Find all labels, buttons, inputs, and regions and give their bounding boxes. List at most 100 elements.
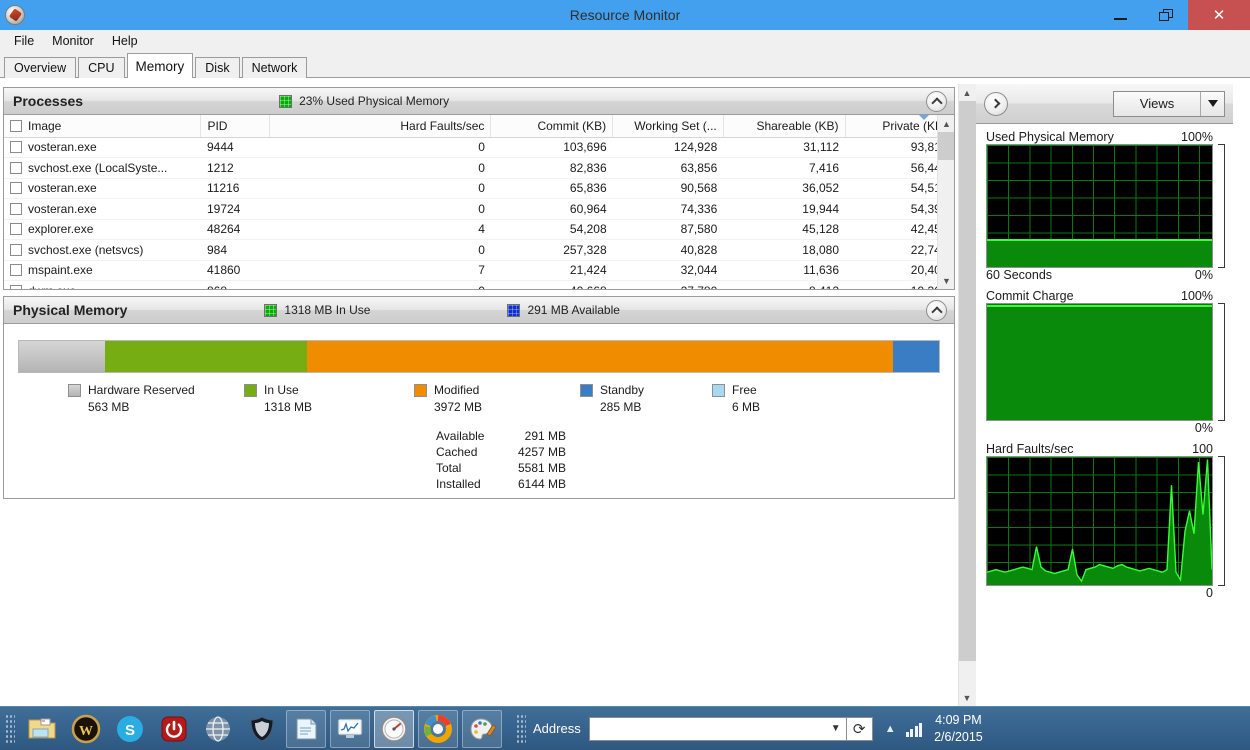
signal-bars-icon[interactable] (905, 721, 923, 737)
memory-available-status: 291 MB Available (507, 303, 620, 317)
tab-overview[interactable]: Overview (4, 57, 77, 78)
task-manager-icon[interactable] (330, 709, 370, 748)
hard-faults-waveform (987, 457, 1212, 585)
row-checkbox[interactable] (10, 202, 22, 215)
table-row[interactable]: vosteran.exe 9444 0 103,696 124,928 31,112 93,… (4, 137, 954, 158)
graph-area-fill (987, 305, 1212, 420)
drag-grip-icon[interactable] (516, 713, 526, 744)
row-checkbox[interactable] (10, 284, 22, 289)
legend-item-in-use: In Use 1318 MB (244, 383, 414, 414)
tab-network[interactable]: Network (241, 57, 308, 78)
row-checkbox[interactable] (10, 243, 22, 256)
physical-memory-collapse-button[interactable] (926, 300, 947, 321)
menu-item-file[interactable]: File (6, 32, 42, 50)
tray-expand-chevron-up-icon[interactable]: ▲ (885, 723, 896, 735)
cell-working-set: 90,568 (612, 178, 724, 199)
cell-pid: 9444 (200, 137, 270, 158)
table-row[interactable]: svchost.exe (netsvcs) 984 0 257,328 40,828 18… (4, 239, 954, 261)
internet-globe-icon[interactable] (198, 710, 238, 748)
physical-memory-header[interactable]: Physical Memory 1318 MB In Use 291 MB Av… (4, 297, 954, 324)
table-row[interactable]: svchost.exe (LocalSyste... 1212 0 82,836 63,… (4, 157, 954, 179)
drag-grip-icon[interactable] (5, 713, 15, 744)
row-checkbox[interactable] (10, 141, 22, 154)
cell-image: vosteran.exe (4, 198, 201, 220)
memory-stats: Available 291 MB Cached 4257 MB Total 55… (436, 428, 940, 492)
paint-icon[interactable] (462, 709, 502, 748)
column-header-commit[interactable]: Commit (KB) (490, 115, 614, 138)
scroll-up-button[interactable]: ▲ (958, 84, 976, 101)
file-explorer-icon[interactable] (22, 710, 62, 748)
cell-shareable: 8,412 (723, 280, 845, 289)
restore-button[interactable] (1143, 0, 1188, 30)
chevron-down-icon (1207, 100, 1218, 107)
main-scrollbar[interactable]: ▲ ▼ (958, 84, 976, 706)
minimize-button[interactable] (1098, 0, 1143, 30)
column-header-working-set[interactable]: Working Set (... (612, 115, 724, 138)
memory-in-use-status: 1318 MB In Use (264, 303, 370, 317)
cell-hard-faults: 0 (269, 239, 491, 261)
row-checkbox[interactable] (10, 182, 22, 195)
cell-image: dwm.exe (4, 280, 201, 289)
processes-header[interactable]: Processes 23% Used Physical Memory (4, 88, 954, 115)
row-checkbox[interactable] (10, 161, 22, 174)
world-of-warcraft-icon[interactable]: W (66, 710, 106, 748)
mini-graph-green-icon (264, 303, 278, 317)
scroll-thumb[interactable] (958, 101, 976, 661)
address-bar-label: Address (533, 721, 581, 736)
resource-monitor-icon[interactable] (374, 709, 414, 748)
graph-axis-bracket (1218, 303, 1225, 421)
physical-memory-title: Physical Memory (13, 302, 128, 318)
title-bar[interactable]: Resource Monitor ✕ (0, 0, 1250, 30)
cell-shareable: 19,944 (723, 198, 845, 220)
refresh-icon[interactable]: ⟳ (846, 716, 873, 741)
scroll-up-button[interactable]: ▲ (938, 115, 954, 132)
tab-memory[interactable]: Memory (126, 53, 194, 78)
menu-item-help[interactable]: Help (104, 32, 146, 50)
address-input[interactable] (589, 717, 826, 740)
firefox-ring-icon[interactable] (418, 709, 458, 748)
cell-commit: 103,696 (490, 137, 613, 158)
processes-collapse-button[interactable] (926, 91, 947, 112)
skype-icon[interactable]: S (110, 710, 150, 748)
column-header-shareable[interactable]: Shareable (KB) (723, 115, 846, 138)
cell-commit: 60,964 (490, 198, 613, 220)
scroll-thumb[interactable] (938, 132, 954, 160)
table-row[interactable]: explorer.exe 48264 4 54,208 87,580 45,128 42,4… (4, 219, 954, 240)
shield-app-icon[interactable] (242, 710, 282, 748)
tab-cpu[interactable]: CPU (78, 57, 125, 78)
tab-strip: Overview CPU Memory Disk Network (0, 52, 1250, 78)
scroll-track[interactable] (958, 101, 976, 689)
table-row[interactable]: vosteran.exe 19724 0 60,964 74,336 19,944 54,3… (4, 198, 954, 220)
table-row[interactable]: vosteran.exe 11216 0 65,836 90,568 36,052 54,5… (4, 178, 954, 199)
cell-pid: 1212 (200, 157, 270, 179)
column-header-hard-faults[interactable]: Hard Faults/sec (269, 115, 492, 138)
cell-image: vosteran.exe (4, 137, 201, 158)
column-header-image[interactable]: Image (4, 115, 202, 138)
address-bar[interactable]: ▼ (588, 716, 847, 741)
views-button[interactable]: Views (1113, 90, 1225, 117)
row-checkbox[interactable] (10, 223, 22, 236)
close-button[interactable]: ✕ (1188, 0, 1250, 30)
scroll-down-button[interactable]: ▼ (958, 689, 976, 706)
memory-in-use-label: 1318 MB In Use (284, 303, 371, 317)
work-area: Processes 23% Used Physical Memory Image… (0, 84, 1250, 706)
table-row[interactable]: mspaint.exe 41860 7 21,424 32,044 11,636 20,40… (4, 260, 954, 281)
cell-commit: 65,836 (490, 178, 613, 199)
select-all-checkbox[interactable] (10, 119, 22, 132)
legend-swatch-hardware-reserved (68, 383, 81, 397)
chevron-down-icon[interactable]: ▼ (826, 723, 846, 734)
power-button-icon[interactable] (154, 710, 194, 748)
table-row[interactable]: dwm.exe868040,66827,7808,41219,368 (4, 280, 954, 289)
clock[interactable]: 4:09 PM 2/6/2015 (934, 712, 983, 746)
row-checkbox[interactable] (10, 264, 22, 277)
scroll-down-button[interactable]: ▼ (938, 272, 954, 289)
processes-scrollbar[interactable]: ▲ ▼ (937, 115, 954, 289)
expand-pane-button[interactable] (984, 91, 1008, 116)
menu-item-monitor[interactable]: Monitor (44, 32, 102, 50)
notepad-icon[interactable] (286, 709, 326, 748)
views-dropdown-arrow[interactable] (1200, 91, 1224, 116)
column-header-pid[interactable]: PID (200, 115, 271, 138)
svg-text:S: S (125, 722, 135, 739)
cell-shareable: 36,052 (723, 178, 845, 199)
tab-disk[interactable]: Disk (195, 57, 240, 78)
